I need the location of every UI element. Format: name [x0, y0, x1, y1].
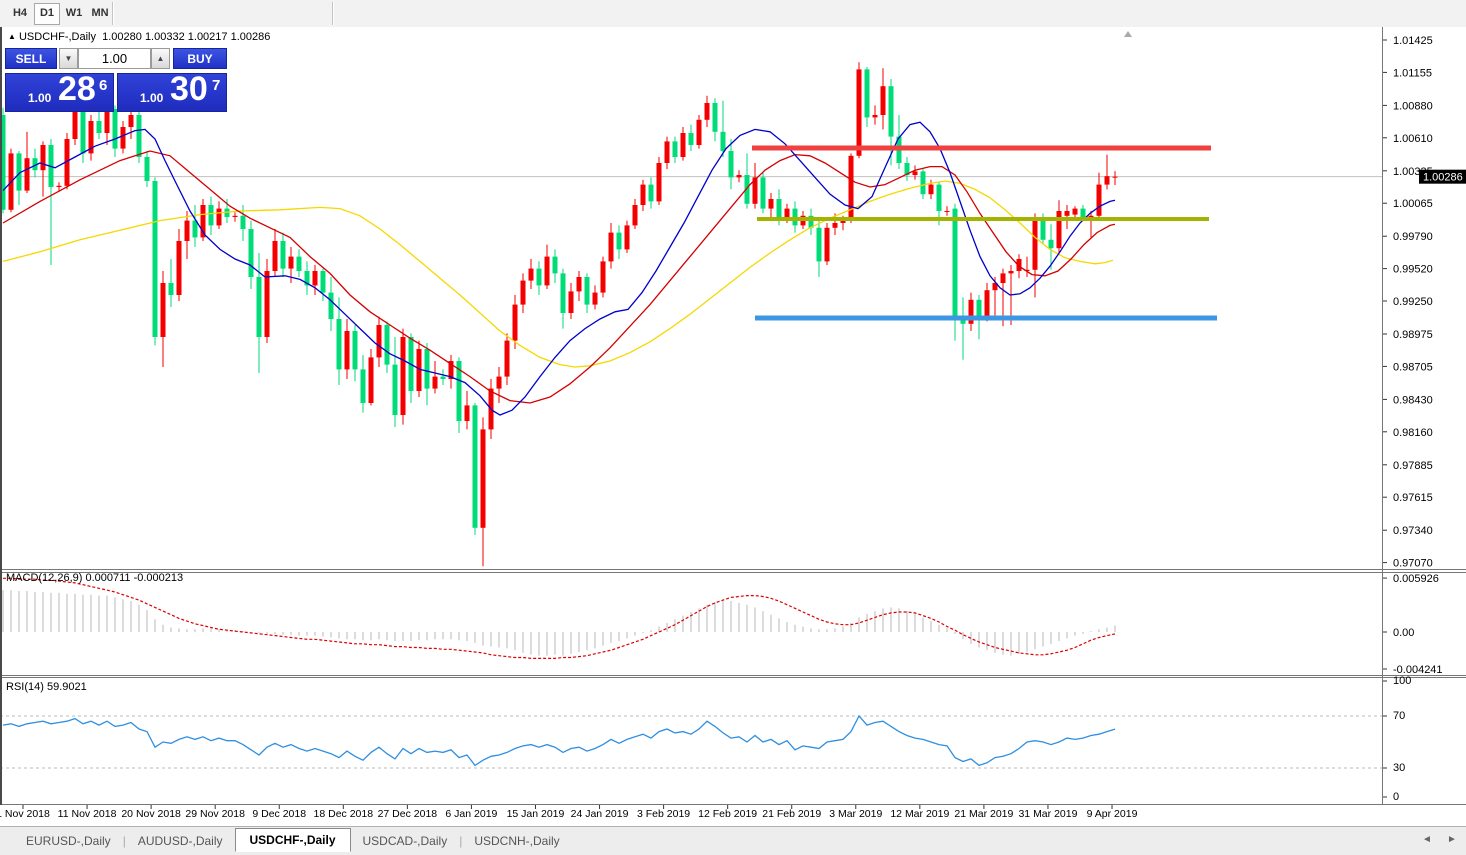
lot-increase-button[interactable]: ▲	[151, 48, 170, 69]
svg-text:9 Dec 2018: 9 Dec 2018	[252, 808, 306, 820]
svg-text:0.99250: 0.99250	[1393, 296, 1433, 308]
svg-text:24 Jan 2019: 24 Jan 2019	[571, 808, 629, 820]
sell-button[interactable]: SELL	[5, 48, 57, 69]
timeframe-button-h4[interactable]: H4	[8, 3, 32, 23]
sell-price-sup: 6	[99, 77, 107, 94]
one-click-trading-panel: SELL ▼ ▲ BUY 1.00 28 6 1.00 30 7	[5, 48, 227, 112]
svg-text:21 Mar 2019: 21 Mar 2019	[954, 808, 1013, 820]
svg-text:30: 30	[1393, 762, 1405, 774]
timeframe-button-mn[interactable]: MN	[88, 3, 112, 23]
sell-price-panel[interactable]: 1.00 28 6	[5, 73, 114, 112]
svg-text:1.00610: 1.00610	[1393, 133, 1433, 145]
svg-text:70: 70	[1393, 710, 1405, 722]
rsi-label: RSI(14) 59.9021	[6, 681, 87, 693]
high-value: 1.00332	[145, 31, 185, 43]
tab-scroll-left-icon[interactable]: ◄	[1422, 834, 1432, 845]
buy-price-big: 30	[170, 70, 208, 109]
macd-label: MACD(12,26,9) 0.000711 -0.000213	[6, 572, 183, 584]
svg-text:27 Dec 2018: 27 Dec 2018	[378, 808, 438, 820]
timeframe-button-d1[interactable]: D1	[34, 3, 60, 25]
buy-price-panel[interactable]: 1.00 30 7	[117, 73, 227, 112]
buy-price-small: 1.00	[140, 91, 163, 105]
tab-usdcnh-daily[interactable]: USDCNH-,Daily	[462, 830, 571, 852]
buy-button[interactable]: BUY	[173, 48, 227, 69]
close-value: 1.00286	[231, 31, 271, 43]
svg-text:0.99790: 0.99790	[1393, 231, 1433, 243]
chart-background[interactable]	[0, 27, 1466, 826]
svg-text:1.00065: 1.00065	[1393, 198, 1433, 210]
svg-text:3 Mar 2019: 3 Mar 2019	[829, 808, 882, 820]
chart-svg[interactable]: MACD(12,26,9) 0.000711 -0.000213 RSI(14) …	[0, 27, 1466, 826]
sell-price-small: 1.00	[28, 91, 51, 105]
tab-usdcad-daily[interactable]: USDCAD-,Daily	[351, 830, 460, 852]
timeframe-toolbar: H4 D1 W1 MN	[0, 0, 1466, 28]
tab-usdchf-daily[interactable]: USDCHF-,Daily	[235, 828, 351, 852]
symbol-period-label: USDCHF-,Daily	[19, 31, 96, 43]
svg-text:29 Nov 2018: 29 Nov 2018	[185, 808, 245, 820]
lot-size-input[interactable]	[78, 48, 151, 69]
chart-tabs-bar: EURUSD-,Daily | AUDUSD-,Daily USDCHF-,Da…	[0, 826, 1466, 855]
svg-text:0.00: 0.00	[1393, 627, 1414, 639]
svg-text:1.00286: 1.00286	[1423, 172, 1463, 184]
svg-text:31 Mar 2019: 31 Mar 2019	[1018, 808, 1077, 820]
lot-decrease-button[interactable]: ▼	[59, 48, 78, 69]
svg-text:18 Dec 2018: 18 Dec 2018	[314, 808, 374, 820]
buy-price-sup: 7	[212, 77, 220, 94]
low-value: 1.00217	[188, 31, 228, 43]
timeframe-button-w1[interactable]: W1	[62, 3, 86, 23]
svg-text:12 Mar 2019: 12 Mar 2019	[890, 808, 949, 820]
chart-symbol-header: ▲ USDCHF-,Daily 1.00280 1.00332 1.00217 …	[8, 31, 270, 43]
open-value: 1.00280	[102, 31, 142, 43]
svg-text:0.97615: 0.97615	[1393, 492, 1433, 504]
svg-text:0.97885: 0.97885	[1393, 460, 1433, 472]
svg-text:1 Nov 2018: 1 Nov 2018	[0, 808, 50, 820]
svg-text:0: 0	[1393, 791, 1399, 803]
svg-text:20 Nov 2018: 20 Nov 2018	[121, 808, 181, 820]
svg-text:6 Jan 2019: 6 Jan 2019	[445, 808, 497, 820]
toolbar-separator	[112, 2, 114, 25]
tab-audusd-daily[interactable]: AUDUSD-,Daily	[126, 830, 235, 852]
svg-text:9 Apr 2019: 9 Apr 2019	[1087, 808, 1138, 820]
chart-shift-marker-icon[interactable]	[1124, 31, 1132, 37]
svg-text:1.01425: 1.01425	[1393, 35, 1433, 47]
svg-text:0.98975: 0.98975	[1393, 329, 1433, 341]
svg-text:0.98705: 0.98705	[1393, 361, 1433, 373]
svg-text:0.97340: 0.97340	[1393, 525, 1433, 537]
collapse-panel-icon[interactable]: ▲	[8, 32, 16, 41]
svg-text:12 Feb 2019: 12 Feb 2019	[698, 808, 757, 820]
svg-text:0.99520: 0.99520	[1393, 264, 1433, 276]
toolbar-separator	[332, 2, 334, 25]
svg-text:0.98430: 0.98430	[1393, 394, 1433, 406]
svg-text:21 Feb 2019: 21 Feb 2019	[762, 808, 821, 820]
svg-text:11 Nov 2018: 11 Nov 2018	[58, 808, 117, 820]
tab-eurusd-daily[interactable]: EURUSD-,Daily	[14, 830, 123, 852]
svg-text:15 Jan 2019: 15 Jan 2019	[507, 808, 565, 820]
tab-scroll-right-icon[interactable]: ►	[1447, 834, 1457, 845]
svg-text:3 Feb 2019: 3 Feb 2019	[637, 808, 690, 820]
svg-text:0.005926: 0.005926	[1393, 573, 1439, 585]
svg-text:0.98160: 0.98160	[1393, 427, 1433, 439]
svg-text:100: 100	[1393, 675, 1411, 687]
sell-price-big: 28	[58, 70, 96, 109]
svg-text:0.97070: 0.97070	[1393, 558, 1433, 570]
svg-text:1.00880: 1.00880	[1393, 100, 1433, 112]
svg-text:1.01155: 1.01155	[1393, 67, 1432, 79]
